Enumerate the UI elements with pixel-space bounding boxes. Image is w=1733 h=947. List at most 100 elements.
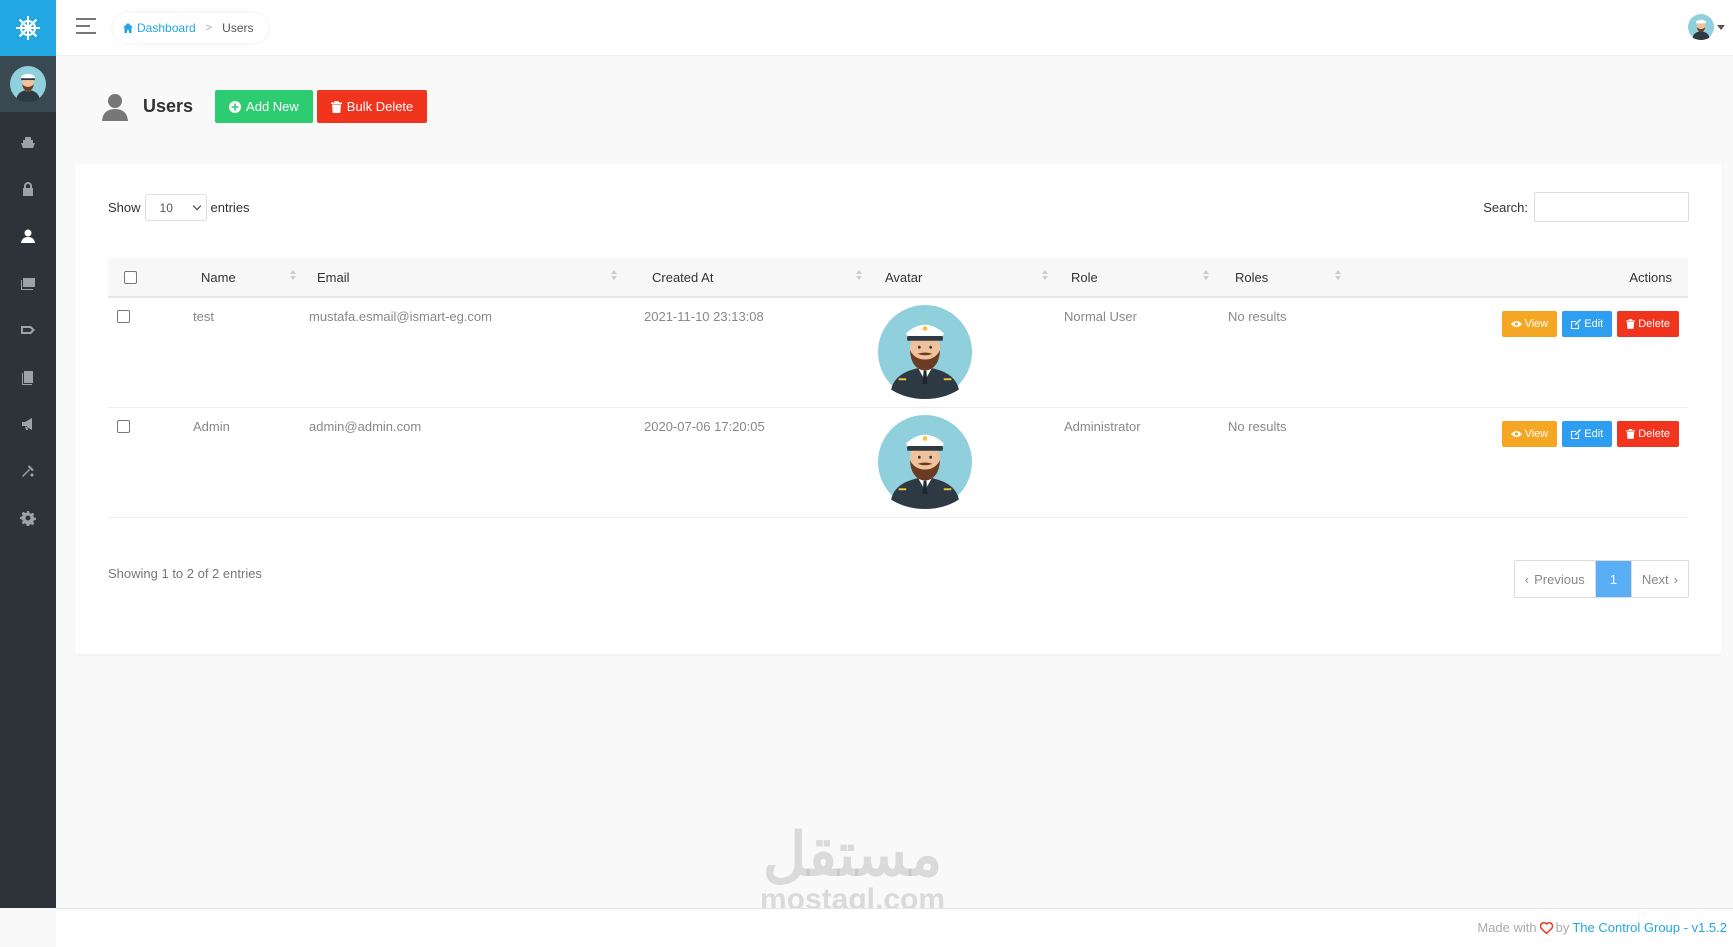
select-all-cell: [124, 258, 137, 296]
eye-icon: [1510, 321, 1522, 327]
page-title: Users: [143, 96, 194, 116]
bullhorn-icon: [22, 417, 32, 430]
entries-select[interactable]: 10: [144, 194, 207, 221]
sidebar-item-settings[interactable]: [0, 494, 56, 541]
sidebar-item-media[interactable]: [0, 259, 56, 306]
table-info: Showing 1 to 2 of 2 entries: [108, 566, 262, 581]
cell-roles: No results: [1228, 309, 1287, 324]
column-header-roles[interactable]: Roles: [1235, 258, 1341, 296]
cell-email: admin@admin.com: [309, 419, 422, 434]
edit-button[interactable]: Edit: [1562, 311, 1613, 337]
cell-role: Normal User: [1064, 309, 1137, 324]
row-actions: View Edit Delete: [1501, 311, 1679, 337]
sidebar-item-announcements[interactable]: [0, 400, 56, 447]
images-icon: [21, 277, 35, 290]
entries-label: entries: [210, 200, 250, 215]
sort-icon: [611, 270, 617, 282]
cell-roles: No results: [1228, 419, 1287, 434]
column-header-created-at[interactable]: Created At: [652, 258, 862, 296]
cell-created-at: 2021-11-10 23:13:08: [644, 309, 764, 324]
cell-avatar: [878, 415, 972, 512]
plus-circle-icon: [229, 100, 242, 113]
trash-icon: [330, 100, 342, 113]
view-button[interactable]: View: [1501, 311, 1558, 337]
search-input[interactable]: [1534, 192, 1689, 222]
bulk-delete-button[interactable]: Bulk Delete: [316, 90, 428, 123]
select-all-checkbox[interactable]: [124, 270, 137, 284]
column-header-avatar[interactable]: Avatar: [885, 258, 1048, 296]
home-icon: [123, 23, 133, 33]
cell-name: Admin: [193, 419, 230, 434]
chevron-down-icon: [1717, 24, 1725, 30]
sidebar-item-tools[interactable]: [0, 447, 56, 494]
avatar: [878, 305, 972, 399]
eye-icon: [1510, 431, 1522, 437]
ship-wheel-icon: [16, 16, 40, 40]
cell-created-at: 2020-07-06 17:20:05: [644, 419, 765, 434]
sort-icon: [1042, 270, 1048, 282]
row-actions: View Edit Delete: [1501, 421, 1679, 447]
delete-button[interactable]: Delete: [1617, 311, 1679, 337]
previous-page-button[interactable]: ‹ Previous: [1515, 561, 1595, 597]
footer-credit: Made with by The Control Group - v1.5.2: [1477, 920, 1727, 935]
sidebar-item-ships[interactable]: [0, 118, 56, 165]
brand-logo[interactable]: [0, 0, 56, 56]
ship-icon: [21, 136, 35, 148]
view-button[interactable]: View: [1501, 421, 1558, 447]
sidebar-item-tags[interactable]: [0, 306, 56, 353]
breadcrumb: Dashboard > Users: [113, 13, 268, 43]
users-table-card: Show 10 entries Search: Name Email Creat…: [75, 164, 1722, 654]
table-header: Name Email Created At Avatar Role Roles: [108, 258, 1688, 298]
edit-button[interactable]: Edit: [1562, 421, 1613, 447]
menu-toggle-button[interactable]: [76, 18, 98, 38]
copy-icon: [22, 370, 33, 385]
user-icon: [21, 229, 35, 243]
sidebar-item-pages[interactable]: [0, 353, 56, 400]
pagination: ‹ Previous 1 Next ›: [1513, 560, 1689, 598]
sidebar-item-users[interactable]: [0, 212, 56, 259]
sort-icon: [856, 270, 862, 282]
page-header: Users Add New Bulk Delete: [100, 90, 428, 123]
page-button[interactable]: 1: [1594, 561, 1632, 597]
delete-button[interactable]: Delete: [1617, 421, 1679, 447]
add-new-label: Add New: [246, 99, 299, 114]
tools-icon: [22, 464, 34, 477]
footer-company-link[interactable]: The Control Group - v1.5.2: [1572, 920, 1727, 935]
topbar: Dashboard > Users: [56, 0, 1733, 56]
trash-icon: [1626, 429, 1636, 439]
footer-by: by: [1555, 920, 1570, 935]
menu-icon: [76, 18, 96, 20]
sidebar: [0, 0, 56, 908]
column-header-name[interactable]: Name: [201, 258, 296, 296]
next-page-button[interactable]: Next ›: [1632, 561, 1688, 597]
entries-value: 10: [159, 200, 173, 215]
watermark: مستقل mostaql.com: [760, 825, 945, 915]
column-header-email[interactable]: Email: [317, 258, 617, 296]
column-header-role[interactable]: Role: [1071, 258, 1209, 296]
table-search: Search:: [1483, 192, 1689, 222]
sidebar-item-permissions[interactable]: [0, 165, 56, 212]
heart-icon: [1539, 921, 1553, 934]
footer-made-with: Made with: [1477, 920, 1537, 935]
edit-icon: [1571, 319, 1582, 329]
sidebar-user-avatar[interactable]: [0, 56, 56, 112]
tag-icon: [21, 325, 35, 334]
sort-icon: [1203, 270, 1209, 282]
search-label: Search:: [1483, 199, 1528, 215]
show-label: Show: [108, 200, 141, 215]
table-row: test mustafa.esmail@ismart-eg.com 2021-1…: [108, 298, 1688, 408]
row-checkbox[interactable]: [117, 310, 130, 323]
user-menu-toggle[interactable]: [1688, 14, 1725, 40]
user-icon: [102, 93, 128, 121]
breadcrumb-dashboard-link[interactable]: Dashboard: [123, 21, 196, 35]
gear-icon: [20, 510, 36, 526]
row-checkbox[interactable]: [117, 420, 130, 433]
entries-length-control: Show 10 entries: [108, 194, 250, 221]
chevron-right-icon: ›: [1673, 571, 1678, 587]
sort-icon: [290, 270, 296, 282]
cell-email: mustafa.esmail@ismart-eg.com: [309, 309, 492, 324]
add-new-button[interactable]: Add New: [215, 90, 313, 123]
column-header-actions: Actions: [1629, 269, 1672, 285]
breadcrumb-current: Users: [222, 21, 254, 35]
breadcrumb-home-label: Dashboard: [137, 21, 196, 35]
